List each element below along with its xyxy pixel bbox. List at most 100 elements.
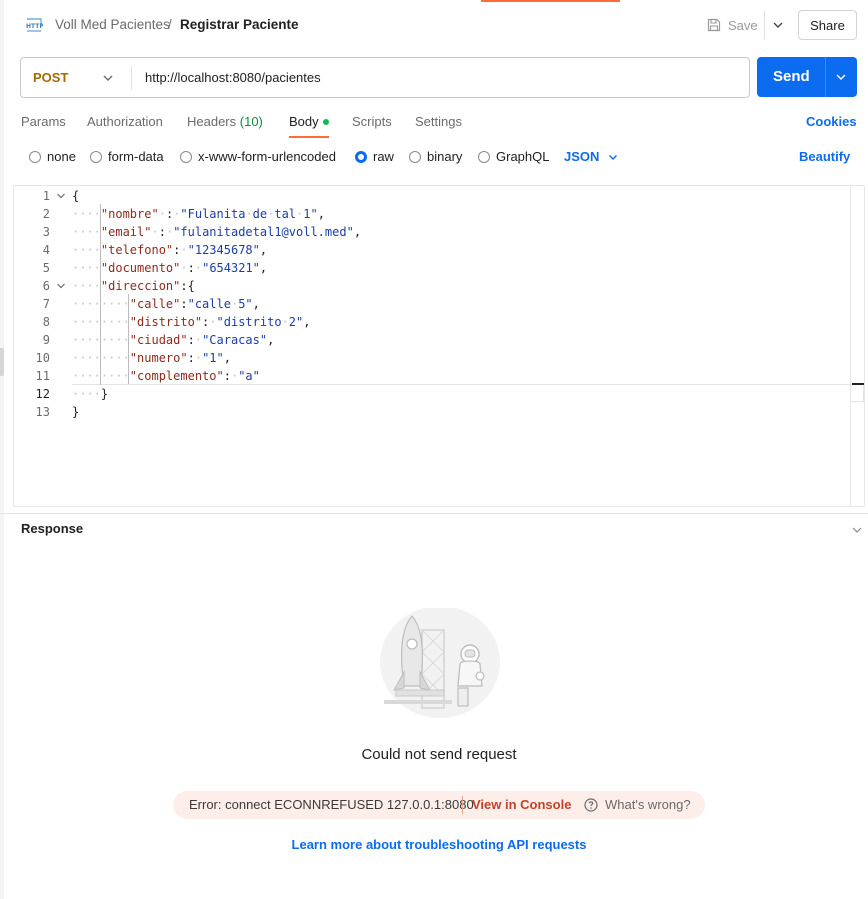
radio-form-data[interactable] xyxy=(90,150,102,163)
body-type-graphql[interactable]: GraphQL xyxy=(478,149,549,164)
view-in-console-link[interactable]: View in Console xyxy=(472,797,571,812)
indent-whitespace: ········ xyxy=(72,369,130,383)
line-number: 6 xyxy=(42,279,50,293)
scrollbar-cursor-marker xyxy=(852,383,864,385)
chevron-down-icon[interactable] xyxy=(770,16,786,34)
code-line[interactable]: 12 ····} xyxy=(14,385,850,403)
json-key: "ciudad" xyxy=(129,333,188,347)
json-colon: : xyxy=(187,351,195,365)
tab-scripts[interactable]: Scripts xyxy=(352,114,392,129)
fold-chevron-icon[interactable] xyxy=(56,281,66,291)
code-line[interactable]: 8 ········"distrito":·"distrito·2", xyxy=(14,313,850,331)
body-type-none-label: none xyxy=(47,149,76,164)
code-text: ········"numero":·"1", xyxy=(72,349,231,367)
code-line[interactable]: 9 ········"ciudad":·"Caracas", xyxy=(14,331,850,349)
tab-authorization[interactable]: Authorization xyxy=(87,114,163,129)
tab-body[interactable]: Body xyxy=(289,114,329,129)
json-colon: : xyxy=(223,369,231,383)
whitespace: · xyxy=(151,225,159,239)
save-icon xyxy=(707,18,721,32)
indent-whitespace: ········ xyxy=(72,315,130,329)
indent-whitespace: ········ xyxy=(72,333,130,347)
http-icon: HTTP xyxy=(26,18,43,32)
url-input[interactable]: http://localhost:8080/pacientes xyxy=(145,70,321,85)
json-key: "telefono" xyxy=(100,243,174,257)
json-comma: , xyxy=(252,297,260,311)
json-comma: , xyxy=(259,243,268,257)
radio-urlencoded[interactable] xyxy=(180,150,192,163)
body-type-raw[interactable]: raw xyxy=(355,149,394,164)
tab-settings[interactable]: Settings xyxy=(415,114,462,129)
whitespace: · xyxy=(158,207,166,221)
breadcrumb-request-name[interactable]: Registrar Paciente xyxy=(180,17,299,32)
body-type-options: none form-data x-www-form-urlencoded raw… xyxy=(0,146,868,170)
code-line[interactable]: 10 ········"numero":·"1", xyxy=(14,349,850,367)
code-line[interactable]: 3 ····"email"·:·"fulanitadetal1@voll.med"… xyxy=(14,223,850,241)
share-button[interactable]: Share xyxy=(798,10,857,40)
code-text: ········"complemento":·"a" xyxy=(72,367,260,385)
save-button[interactable]: Save xyxy=(706,13,758,37)
json-string-value: "Fulanita·de·tal·1" xyxy=(180,207,318,221)
json-key: "distrito" xyxy=(129,315,203,329)
line-number: 5 xyxy=(42,261,50,275)
body-type-urlencoded[interactable]: x-www-form-urlencoded xyxy=(180,149,336,164)
radio-raw[interactable] xyxy=(355,150,367,163)
code-editor[interactable]: 1{2 ····"nombre"·:·"Fulanita·de·tal·1", 3 ·… xyxy=(13,185,865,507)
method-select[interactable]: POST xyxy=(33,70,68,85)
whitespace: · xyxy=(209,315,217,329)
beautify-button[interactable]: Beautify xyxy=(799,149,850,164)
line-number: 11 xyxy=(35,369,50,383)
language-select[interactable]: JSON xyxy=(564,149,619,164)
svg-text:HTTP: HTTP xyxy=(26,23,43,30)
whats-wrong-link[interactable]: What's wrong? xyxy=(605,797,691,812)
line-number: 12 xyxy=(35,387,50,401)
response-divider[interactable] xyxy=(0,513,868,514)
body-type-form-data[interactable]: form-data xyxy=(90,149,164,164)
language-label: JSON xyxy=(564,149,600,164)
radio-binary[interactable] xyxy=(409,150,421,163)
json-key: "calle" xyxy=(129,297,181,311)
radio-none[interactable] xyxy=(29,150,41,163)
fold-chevron-icon[interactable] xyxy=(56,191,66,201)
tab-headers[interactable]: Headers (10) xyxy=(187,114,263,129)
json-colon: : xyxy=(187,261,195,275)
json-string-value: "calle·5" xyxy=(187,297,253,311)
json-string-value: "fulanitadetal1@voll.med" xyxy=(173,225,354,239)
code-line[interactable]: 11 ········"complemento":·"a" xyxy=(14,367,850,385)
radio-graphql[interactable] xyxy=(478,150,490,163)
body-type-binary[interactable]: binary xyxy=(409,149,462,164)
whitespace: · xyxy=(194,261,203,275)
learn-more-link[interactable]: Learn more about troubleshooting API req… xyxy=(0,837,868,852)
chevron-down-icon[interactable] xyxy=(833,69,849,85)
code-line[interactable]: 1{ xyxy=(14,187,850,205)
whitespace: · xyxy=(245,207,253,221)
json-brace: } xyxy=(72,405,80,419)
code-line[interactable]: 13} xyxy=(14,403,850,421)
code-line[interactable]: 6 ····"direccion":{ xyxy=(14,277,850,295)
whitespace: · xyxy=(194,333,203,347)
chevron-down-icon[interactable] xyxy=(101,70,115,86)
chevron-down-icon xyxy=(609,154,618,160)
error-text: Error: connect ECONNREFUSED 127.0.0.1:80… xyxy=(189,797,474,812)
chevron-down-icon[interactable] xyxy=(850,523,864,537)
body-type-none[interactable]: none xyxy=(29,149,76,164)
code-line[interactable]: 7 ········"calle":"calle·5", xyxy=(14,295,850,313)
sidebar-resize-handle[interactable] xyxy=(0,348,4,376)
json-comma: , xyxy=(223,351,231,365)
line-number: 13 xyxy=(35,405,50,419)
code-line[interactable]: 2 ····"nombre"·:·"Fulanita·de·tal·1", xyxy=(14,205,850,223)
line-number: 3 xyxy=(42,225,50,239)
editor-scrollbar[interactable] xyxy=(850,186,851,506)
breadcrumb-collection[interactable]: Voll Med Pacientes xyxy=(55,17,170,32)
indent-whitespace: ···· xyxy=(72,387,101,401)
help-icon[interactable] xyxy=(583,797,599,813)
send-button[interactable]: Send xyxy=(757,57,857,97)
cookies-link[interactable]: Cookies xyxy=(806,114,857,129)
code-line[interactable]: 4 ····"telefono":·"12345678", xyxy=(14,241,850,259)
json-comma: , xyxy=(317,207,325,221)
tab-params[interactable]: Params xyxy=(21,114,66,129)
json-brace: } xyxy=(100,387,109,401)
code-line[interactable]: 5 ····"documento"·:·"654321", xyxy=(14,259,850,277)
json-key: "email" xyxy=(100,225,152,239)
body-type-urlencoded-label: x-www-form-urlencoded xyxy=(198,149,336,164)
